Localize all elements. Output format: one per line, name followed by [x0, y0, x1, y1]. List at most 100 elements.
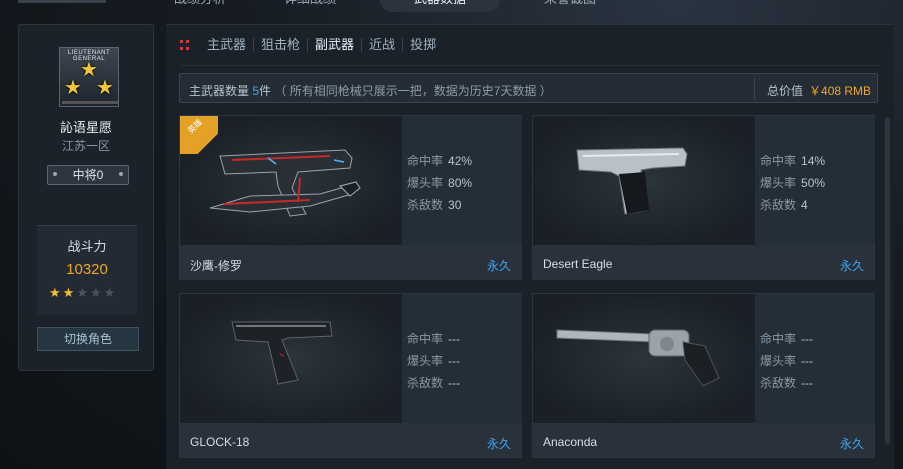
player-name: 訫语星愿	[59, 120, 112, 135]
stat-label: 杀敌数	[760, 198, 797, 212]
duration-label: 永久	[486, 259, 511, 273]
stat-headshot-rate: 爆头率 50%	[760, 174, 825, 191]
power-value: 10320	[66, 261, 108, 278]
weapon-name: GLOCK-18	[190, 435, 250, 449]
star-icon: ★	[89, 285, 104, 300]
weapon-name: Desert Eagle	[543, 257, 613, 271]
stat-hit-rate: 命中率 42%	[407, 152, 472, 169]
divider	[180, 65, 880, 66]
star-icon: ★	[103, 285, 118, 300]
weapon-data-panel: 主武器 狙击枪 副武器 近战 投掷 主武器数量 5件 （ 所有相同枪械只展示一把…	[166, 24, 894, 469]
duration-label: 永久	[839, 259, 864, 273]
tab-throwing[interactable]: 投掷	[403, 38, 443, 52]
weapon-footer: GLOCK-18 永久	[180, 423, 521, 457]
star-icon: ★	[62, 285, 77, 300]
stat-value: ---	[801, 376, 814, 390]
total-value-amount: ￥408 RMB	[809, 84, 872, 98]
profile-panel: LIEUTENANT GENERAL ★ ★ ★ 訫语星愿 江苏一区 中将0 战…	[18, 24, 154, 371]
tab-battle-analysis[interactable]: 战绩分析	[150, 0, 250, 12]
tab-weapon-data[interactable]: 武器数据	[380, 0, 500, 12]
rank-emblem-icon: LIEUTENANT GENERAL ★ ★ ★	[59, 47, 119, 107]
weapon-card[interactable]: 命中率 --- 爆头率 --- 杀敌数 --- Anaconda 永久	[532, 293, 875, 458]
weapon-count-label: 主武器数量	[189, 84, 250, 98]
dot-icon	[53, 172, 57, 176]
switch-character-button[interactable]: 切换角色	[37, 327, 139, 351]
weapon-stats: 命中率 42% 爆头率 80% 杀敌数 30	[402, 116, 522, 245]
weapon-footer: Desert Eagle 永久	[533, 245, 874, 279]
stat-value: 50%	[801, 176, 826, 190]
tab-melee[interactable]: 近战	[362, 38, 404, 52]
revolver-icon	[556, 329, 720, 387]
rank-badge: 中将0	[47, 165, 129, 185]
divider	[754, 78, 755, 100]
power-label: 战斗力	[67, 239, 107, 254]
stat-label: 爆头率	[407, 176, 444, 190]
stat-label: 爆头率	[760, 176, 797, 190]
stat-value: 4	[801, 198, 808, 212]
rank-progress-bar	[62, 101, 118, 104]
stat-value: ---	[448, 332, 461, 346]
stat-value: 14%	[801, 154, 826, 168]
tab-detailed-record[interactable]: 详细战绩	[250, 0, 370, 12]
total-value: 总价值 ￥408 RMB	[767, 82, 871, 99]
weapon-footer: Anaconda 永久	[533, 423, 874, 457]
star-rating: ★★★★★	[49, 285, 129, 301]
stat-label: 爆头率	[407, 354, 444, 368]
stat-headshot-rate: 爆头率 ---	[760, 352, 813, 369]
stat-kills: 杀敌数 ---	[407, 374, 460, 391]
stat-label: 命中率	[407, 332, 444, 346]
weapon-image	[533, 116, 755, 245]
tab-secondary[interactable]: 副武器	[308, 38, 363, 52]
stat-kills: 杀敌数 4	[760, 196, 808, 213]
pistol-icon	[231, 321, 333, 385]
rank-label: 中将0	[72, 168, 104, 182]
weapon-stats: 命中率 14% 爆头率 50% 杀敌数 4	[755, 116, 875, 245]
star-icon: ★	[76, 285, 90, 300]
weapon-card[interactable]: 英雄 命中率 42% 爆头率 80% 杀敌数 30 沙鹰-修罗 永久	[179, 115, 522, 280]
stat-value: 42%	[448, 154, 473, 168]
dot-icon	[119, 172, 123, 176]
duration-label: 永久	[486, 437, 511, 451]
summary-bar: 主武器数量 5件 （ 所有相同枪械只展示一把，数据为历史7天数据 ） 总价值 ￥4…	[179, 73, 878, 103]
stat-value: ---	[448, 354, 461, 368]
stat-kills: 杀敌数 ---	[760, 374, 813, 391]
star-icon: ★	[49, 285, 63, 300]
stat-label: 杀敌数	[760, 376, 797, 390]
scrollbar[interactable]	[885, 117, 890, 444]
stat-label: 命中率	[760, 332, 797, 346]
stat-value: ---	[801, 354, 814, 368]
stat-value: 80%	[448, 176, 473, 190]
stat-value: ---	[801, 332, 814, 346]
weapon-count-text: 主武器数量 5件 （ 所有相同枪械只展示一把，数据为历史7天数据 ）	[189, 82, 552, 99]
stat-headshot-rate: 爆头率 80%	[407, 174, 472, 191]
weapon-name: 沙鹰-修罗	[190, 259, 242, 273]
stat-label: 命中率	[760, 154, 797, 168]
stat-kills: 杀敌数 30	[407, 196, 461, 213]
stat-value: ---	[448, 376, 461, 390]
top-tab-bar: 战绩分析 详细战绩 武器数据 荣誉截图	[150, 0, 890, 12]
tab-honor-screenshots[interactable]: 荣誉截图	[510, 0, 630, 12]
weapon-card[interactable]: 命中率 14% 爆头率 50% 杀敌数 4 Desert Eagle 永久	[532, 115, 875, 280]
stat-label: 杀敌数	[407, 198, 444, 212]
tab-primary[interactable]: 主武器	[200, 38, 255, 52]
stat-hit-rate: 命中率 14%	[760, 152, 825, 169]
stat-label: 爆头率	[760, 354, 797, 368]
stat-headshot-rate: 爆头率 ---	[407, 352, 460, 369]
weapon-name: Anaconda	[543, 435, 598, 449]
power-box: 战斗力 10320 ★★★★★	[37, 225, 137, 315]
tab-sniper[interactable]: 狙击枪	[254, 38, 309, 52]
duration-label: 永久	[839, 437, 864, 451]
total-value-label: 总价值	[767, 84, 804, 98]
weapon-card[interactable]: 命中率 --- 爆头率 --- 杀敌数 --- GLOCK-18 永久	[179, 293, 522, 458]
stat-hit-rate: 命中率 ---	[407, 330, 460, 347]
star-icon: ★	[64, 77, 82, 99]
weapon-count-note: （ 所有相同枪械只展示一把，数据为历史7天数据 ）	[274, 84, 552, 98]
weapon-image	[533, 294, 755, 423]
weapon-category-tabs: 主武器 狙击枪 副武器 近战 投掷	[180, 35, 443, 55]
pistol-icon	[576, 147, 688, 215]
weapon-count-unit: 件	[259, 84, 272, 98]
stat-value: 30	[448, 198, 462, 212]
weapon-image	[180, 294, 402, 423]
weapon-stats: 命中率 --- 爆头率 --- 杀敌数 ---	[755, 294, 875, 423]
stat-hit-rate: 命中率 ---	[760, 330, 813, 347]
